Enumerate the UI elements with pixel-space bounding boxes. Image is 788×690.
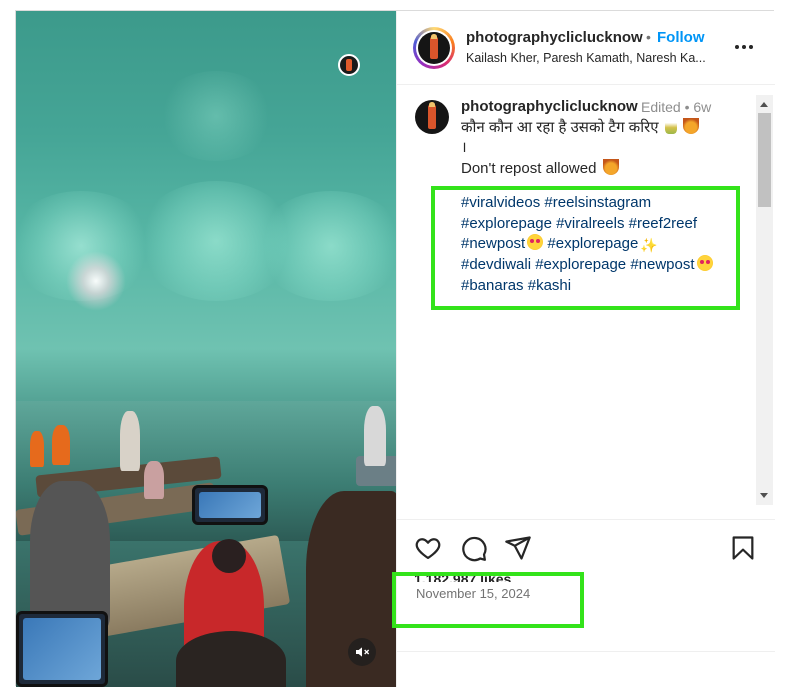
audio-credit[interactable]: Kailash Kher, Paresh Kamath, Naresh Ka..… [466, 51, 721, 65]
hashtag-line: #banaras #kashi [461, 276, 741, 296]
hashtag-line: #viralvideos #reelsinstagram [461, 193, 741, 213]
person [212, 539, 246, 573]
hashtag-link[interactable]: #reelsinstagram [544, 194, 651, 211]
muted-speaker-icon [356, 647, 370, 657]
bookmark-icon [732, 536, 754, 560]
save-button[interactable] [729, 534, 757, 562]
hashtag-link[interactable]: #newpost [461, 235, 525, 252]
person [30, 431, 44, 467]
reel-video[interactable] [16, 11, 396, 687]
post-dialog: photographycliclucknow • Follow Kailash … [15, 10, 775, 687]
hashtag-link[interactable]: #devdiwali [461, 256, 531, 273]
scroll-thumb[interactable] [758, 113, 771, 207]
hashtag-link[interactable]: #newpost [630, 256, 694, 273]
scroll-up-arrow-icon[interactable] [760, 102, 768, 107]
like-count[interactable]: 1,182,987 likes [414, 572, 511, 582]
action-bar [397, 519, 775, 579]
share-icon [505, 536, 531, 560]
person [144, 461, 164, 499]
post-date[interactable]: November 15, 2024 [416, 586, 530, 601]
phone-in-hand [16, 611, 108, 687]
hashtag-link[interactable]: #banaras [461, 277, 524, 294]
hashtag-link[interactable]: #kashi [528, 277, 571, 294]
comment-button[interactable] [460, 534, 488, 562]
more-icon[interactable] [733, 37, 755, 57]
caption-line: । [461, 139, 467, 157]
follow-button[interactable]: Follow [657, 29, 705, 46]
post-details-panel: photographycliclucknow • Follow Kailash … [396, 11, 775, 687]
mute-button[interactable] [348, 638, 376, 666]
caption-line: Don't repost allowed [461, 158, 741, 179]
person [30, 481, 110, 631]
profile-picture [418, 32, 450, 64]
person [52, 425, 70, 465]
firework-burst [66, 251, 126, 311]
phone-screen [23, 618, 101, 680]
add-comment-area [397, 651, 775, 687]
caption-line: . [461, 177, 466, 195]
separator-dot: • [646, 29, 651, 45]
hashtag-link[interactable]: #explorepage [535, 256, 626, 273]
avatar[interactable] [413, 27, 455, 69]
heart-icon [415, 538, 441, 560]
hashtag-link[interactable]: #explorepage [461, 215, 552, 232]
like-button[interactable] [414, 534, 442, 562]
caption-line: कौन कौन आ रहा है उसको टैग करिए [461, 118, 741, 138]
hashtag-link[interactable]: #explorepage [547, 235, 638, 252]
person [176, 631, 286, 687]
scroll-down-arrow-icon[interactable] [760, 493, 768, 498]
post-header: photographycliclucknow • Follow Kailash … [397, 11, 775, 85]
hashtag-line: #explorepage #viralreels #reef2reef [461, 214, 741, 234]
diya-emoji-icon [682, 118, 699, 134]
heart-eyes-emoji-icon [527, 234, 544, 251]
hashtag-line: #newpost #explorepage ✨ [461, 234, 741, 255]
lamp-emoji-icon [664, 118, 677, 134]
person [120, 411, 140, 471]
avatar[interactable] [415, 100, 449, 134]
video-watermark-logo [338, 54, 360, 76]
comments-section: photographycliclucknow Edited • 6w कौन क… [397, 86, 775, 506]
hashtag-link[interactable]: #reef2reef [629, 215, 697, 232]
caption-meta: Edited • 6w [641, 99, 712, 115]
phone-screen [199, 492, 261, 518]
firework-burst [256, 191, 396, 301]
comments-scrollbar[interactable] [756, 95, 773, 505]
hashtag-line: #devdiwali #explorepage #newpost [461, 255, 741, 275]
comment-icon [462, 536, 487, 562]
hashtag-link[interactable]: #viralreels [556, 215, 624, 232]
diya-emoji-icon [602, 158, 619, 175]
person [364, 406, 386, 466]
heart-eyes-emoji-icon [696, 255, 713, 272]
phone-in-hand [192, 485, 268, 525]
caption-text: कौन कौन आ रहा है उसको टैग करिए । Don't r… [461, 118, 741, 296]
sparkles-emoji-icon: ✨ [640, 237, 658, 254]
caption-username[interactable]: photographycliclucknow [461, 98, 638, 115]
hashtag-link[interactable]: #viralvideos [461, 194, 540, 211]
firework-burst [156, 71, 276, 161]
author-username[interactable]: photographycliclucknow [466, 29, 643, 46]
share-button[interactable] [504, 534, 532, 562]
